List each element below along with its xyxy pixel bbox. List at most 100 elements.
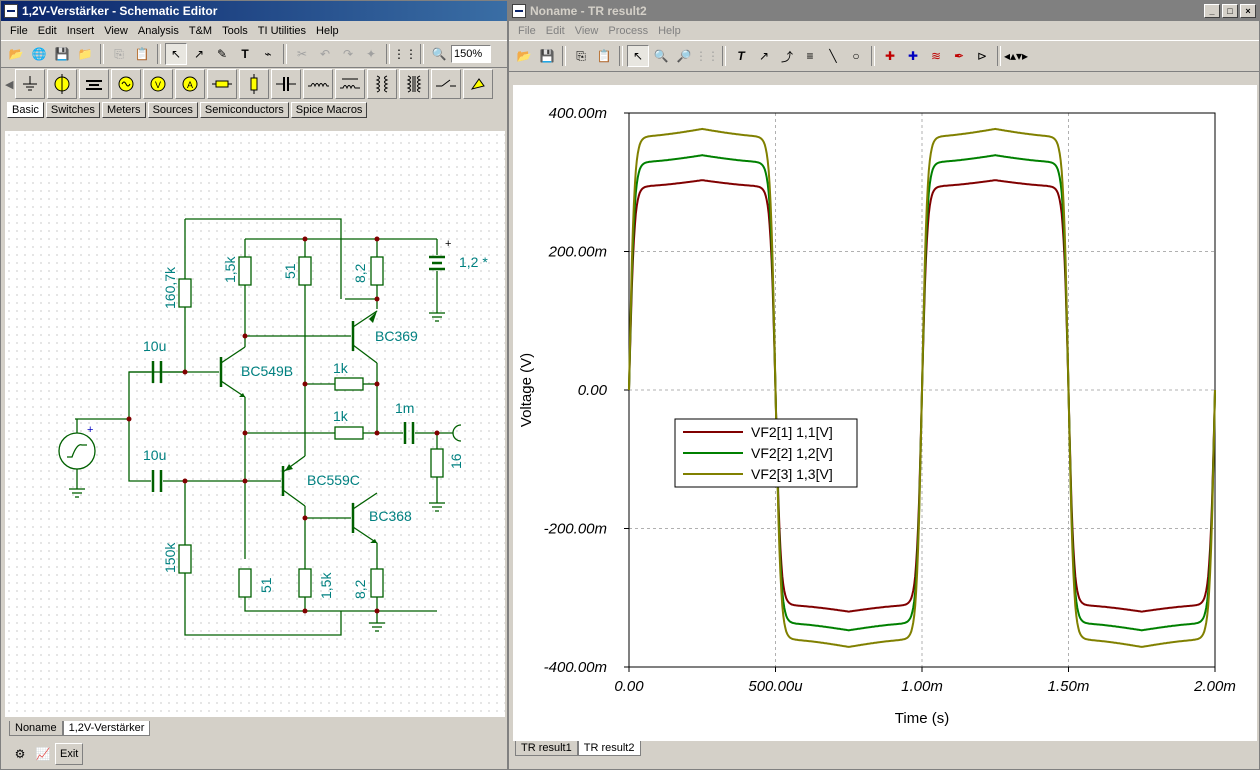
pointer-icon[interactable]: ↖ <box>165 43 187 65</box>
text-icon[interactable]: T <box>730 45 752 67</box>
voltage-source[interactable] <box>58 432 96 470</box>
inductor-icon[interactable] <box>303 69 333 99</box>
menu-tools[interactable]: Tools <box>217 25 253 37</box>
zoom-in-icon[interactable]: 🔍 <box>650 45 672 67</box>
resistor-r2[interactable] <box>238 256 252 286</box>
grid-icon[interactable]: ⋮⋮ <box>695 45 719 67</box>
copy-icon[interactable]: ⎘ <box>108 43 130 65</box>
probe-icon[interactable]: ✒ <box>948 45 970 67</box>
current-source-icon[interactable] <box>47 69 77 99</box>
tab-meters[interactable]: Meters <box>101 102 146 118</box>
zoom-full-icon[interactable]: 🔎 <box>673 45 695 67</box>
voltage-source-icon[interactable] <box>111 69 141 99</box>
resistor-r10[interactable] <box>370 568 384 598</box>
result-titlebar[interactable]: Noname - TR result2 _ □ × <box>509 1 1259 21</box>
paste-icon[interactable]: 📋 <box>131 43 153 65</box>
resistor-r1[interactable] <box>178 278 192 308</box>
circle-icon[interactable]: ○ <box>845 45 867 67</box>
menu-view[interactable]: View <box>99 25 133 37</box>
plot-area[interactable]: 0.00 500.00u 1.00m 1.50m 2.00m 400.00m 200.00m… <box>513 85 1257 741</box>
variable-inductor-icon[interactable] <box>335 69 365 99</box>
output-terminal[interactable] <box>452 424 462 442</box>
transformer-icon[interactable] <box>367 69 397 99</box>
resistor-r4[interactable] <box>370 256 384 286</box>
analysis-view-icon[interactable]: 📈 <box>32 743 54 765</box>
led-icon[interactable] <box>463 69 493 99</box>
globe-icon[interactable]: 🌐 <box>28 43 50 65</box>
save-icon[interactable]: 💾 <box>51 43 73 65</box>
paste-icon[interactable]: 📋 <box>593 45 615 67</box>
doc-tab-verstaerker[interactable]: 1,2V-Verstärker <box>62 721 151 736</box>
cursor-b-icon[interactable]: ✚ <box>902 45 924 67</box>
menu-analysis[interactable]: Analysis <box>133 25 184 37</box>
resistor-r3[interactable] <box>298 256 312 286</box>
potentiometer-icon[interactable] <box>239 69 269 99</box>
redo-icon[interactable]: ↷ <box>337 43 359 65</box>
result-menu-view[interactable]: View <box>570 25 604 37</box>
tab-basic[interactable]: Basic <box>7 102 44 118</box>
close-icon[interactable]: × <box>1240 4 1256 18</box>
ground-icon[interactable] <box>15 69 45 99</box>
pen-icon[interactable]: ✎ <box>211 43 233 65</box>
arrow-annotation-icon[interactable]: ↗ <box>753 45 775 67</box>
wire-pointer-icon[interactable]: ↗ <box>188 43 210 65</box>
resistor-r8[interactable] <box>238 568 252 598</box>
save-icon[interactable]: 💾 <box>536 45 558 67</box>
tab-switches[interactable]: Switches <box>45 102 100 118</box>
voltmeter-icon[interactable]: V <box>143 69 173 99</box>
result-menu-process[interactable]: Process <box>603 25 653 37</box>
schematic-canvas[interactable]: 160,7k 1,5k 51 8,2 1,2 * + + BC549B BC36… <box>5 131 505 717</box>
cursor-a-icon[interactable]: ✚ <box>879 45 901 67</box>
switch-icon[interactable] <box>431 69 461 99</box>
resistor-r6[interactable] <box>334 426 364 440</box>
undo-icon[interactable]: ↶ <box>314 43 336 65</box>
zoom-select[interactable]: 150% <box>451 45 491 63</box>
curve-annotation-icon[interactable]: ⤴ <box>776 45 798 67</box>
doc-tab-noname[interactable]: Noname <box>9 721 63 736</box>
resistor-icon[interactable] <box>207 69 237 99</box>
maximize-icon[interactable]: □ <box>1222 4 1238 18</box>
label-annotation-icon[interactable]: ≡ <box>799 45 821 67</box>
exit-button[interactable]: Exit <box>55 743 84 765</box>
open-folder-icon[interactable]: 📂 <box>513 45 535 67</box>
tab-semiconductors[interactable]: Semiconductors <box>199 102 289 118</box>
wire-icon[interactable]: ⌁ <box>257 43 279 65</box>
capacitor-icon[interactable] <box>271 69 301 99</box>
menu-help[interactable]: Help <box>311 25 344 37</box>
resistor-r7[interactable] <box>178 544 192 574</box>
menu-edit[interactable]: Edit <box>33 25 62 37</box>
result-tab-2[interactable]: TR result2 <box>577 741 641 756</box>
resistor-r9[interactable] <box>298 568 312 598</box>
result-tab-1[interactable]: TR result1 <box>515 741 578 756</box>
menu-tm[interactable]: T&M <box>184 25 217 37</box>
text-icon[interactable]: T <box>234 43 256 65</box>
pan-arrows-icon[interactable]: ◂▴▾▸ <box>1004 45 1028 67</box>
menu-insert[interactable]: Insert <box>62 25 100 37</box>
result-menu-help[interactable]: Help <box>653 25 686 37</box>
schematic-view-icon[interactable]: ⚙ <box>9 743 31 765</box>
result-menu-edit[interactable]: Edit <box>541 25 570 37</box>
scroll-left-icon[interactable]: ◀ <box>5 70 13 98</box>
open-folder-icon[interactable]: 📂 <box>5 43 27 65</box>
minimize-icon[interactable]: _ <box>1204 4 1220 18</box>
resistor-r5[interactable] <box>334 377 364 391</box>
menu-ti-utilities[interactable]: TI Utilities <box>253 25 311 37</box>
ammeter-icon[interactable]: A <box>175 69 205 99</box>
transformer-core-icon[interactable] <box>399 69 429 99</box>
marker-icon[interactable]: ⊳ <box>971 45 993 67</box>
pointer-icon[interactable]: ↖ <box>627 45 649 67</box>
battery-icon[interactable] <box>79 69 109 99</box>
result-menu-file[interactable]: File <box>513 25 541 37</box>
menu-file[interactable]: File <box>5 25 33 37</box>
tab-spice-macros[interactable]: Spice Macros <box>290 102 368 118</box>
cut-icon[interactable]: ✂ <box>291 43 313 65</box>
schematic-titlebar[interactable]: 1,2V-Verstärker - Schematic Editor <box>1 1 507 21</box>
waveform-icon[interactable]: ≋ <box>925 45 947 67</box>
tab-sources[interactable]: Sources <box>147 102 198 118</box>
grid-icon[interactable]: ⋮⋮ <box>393 43 417 65</box>
copy-icon[interactable]: ⎘ <box>570 45 592 67</box>
folder-icon[interactable]: 📁 <box>74 43 96 65</box>
zoom-icon[interactable]: 🔍 <box>428 43 450 65</box>
junction-icon[interactable]: ✦ <box>360 43 382 65</box>
line-icon[interactable]: ╲ <box>822 45 844 67</box>
